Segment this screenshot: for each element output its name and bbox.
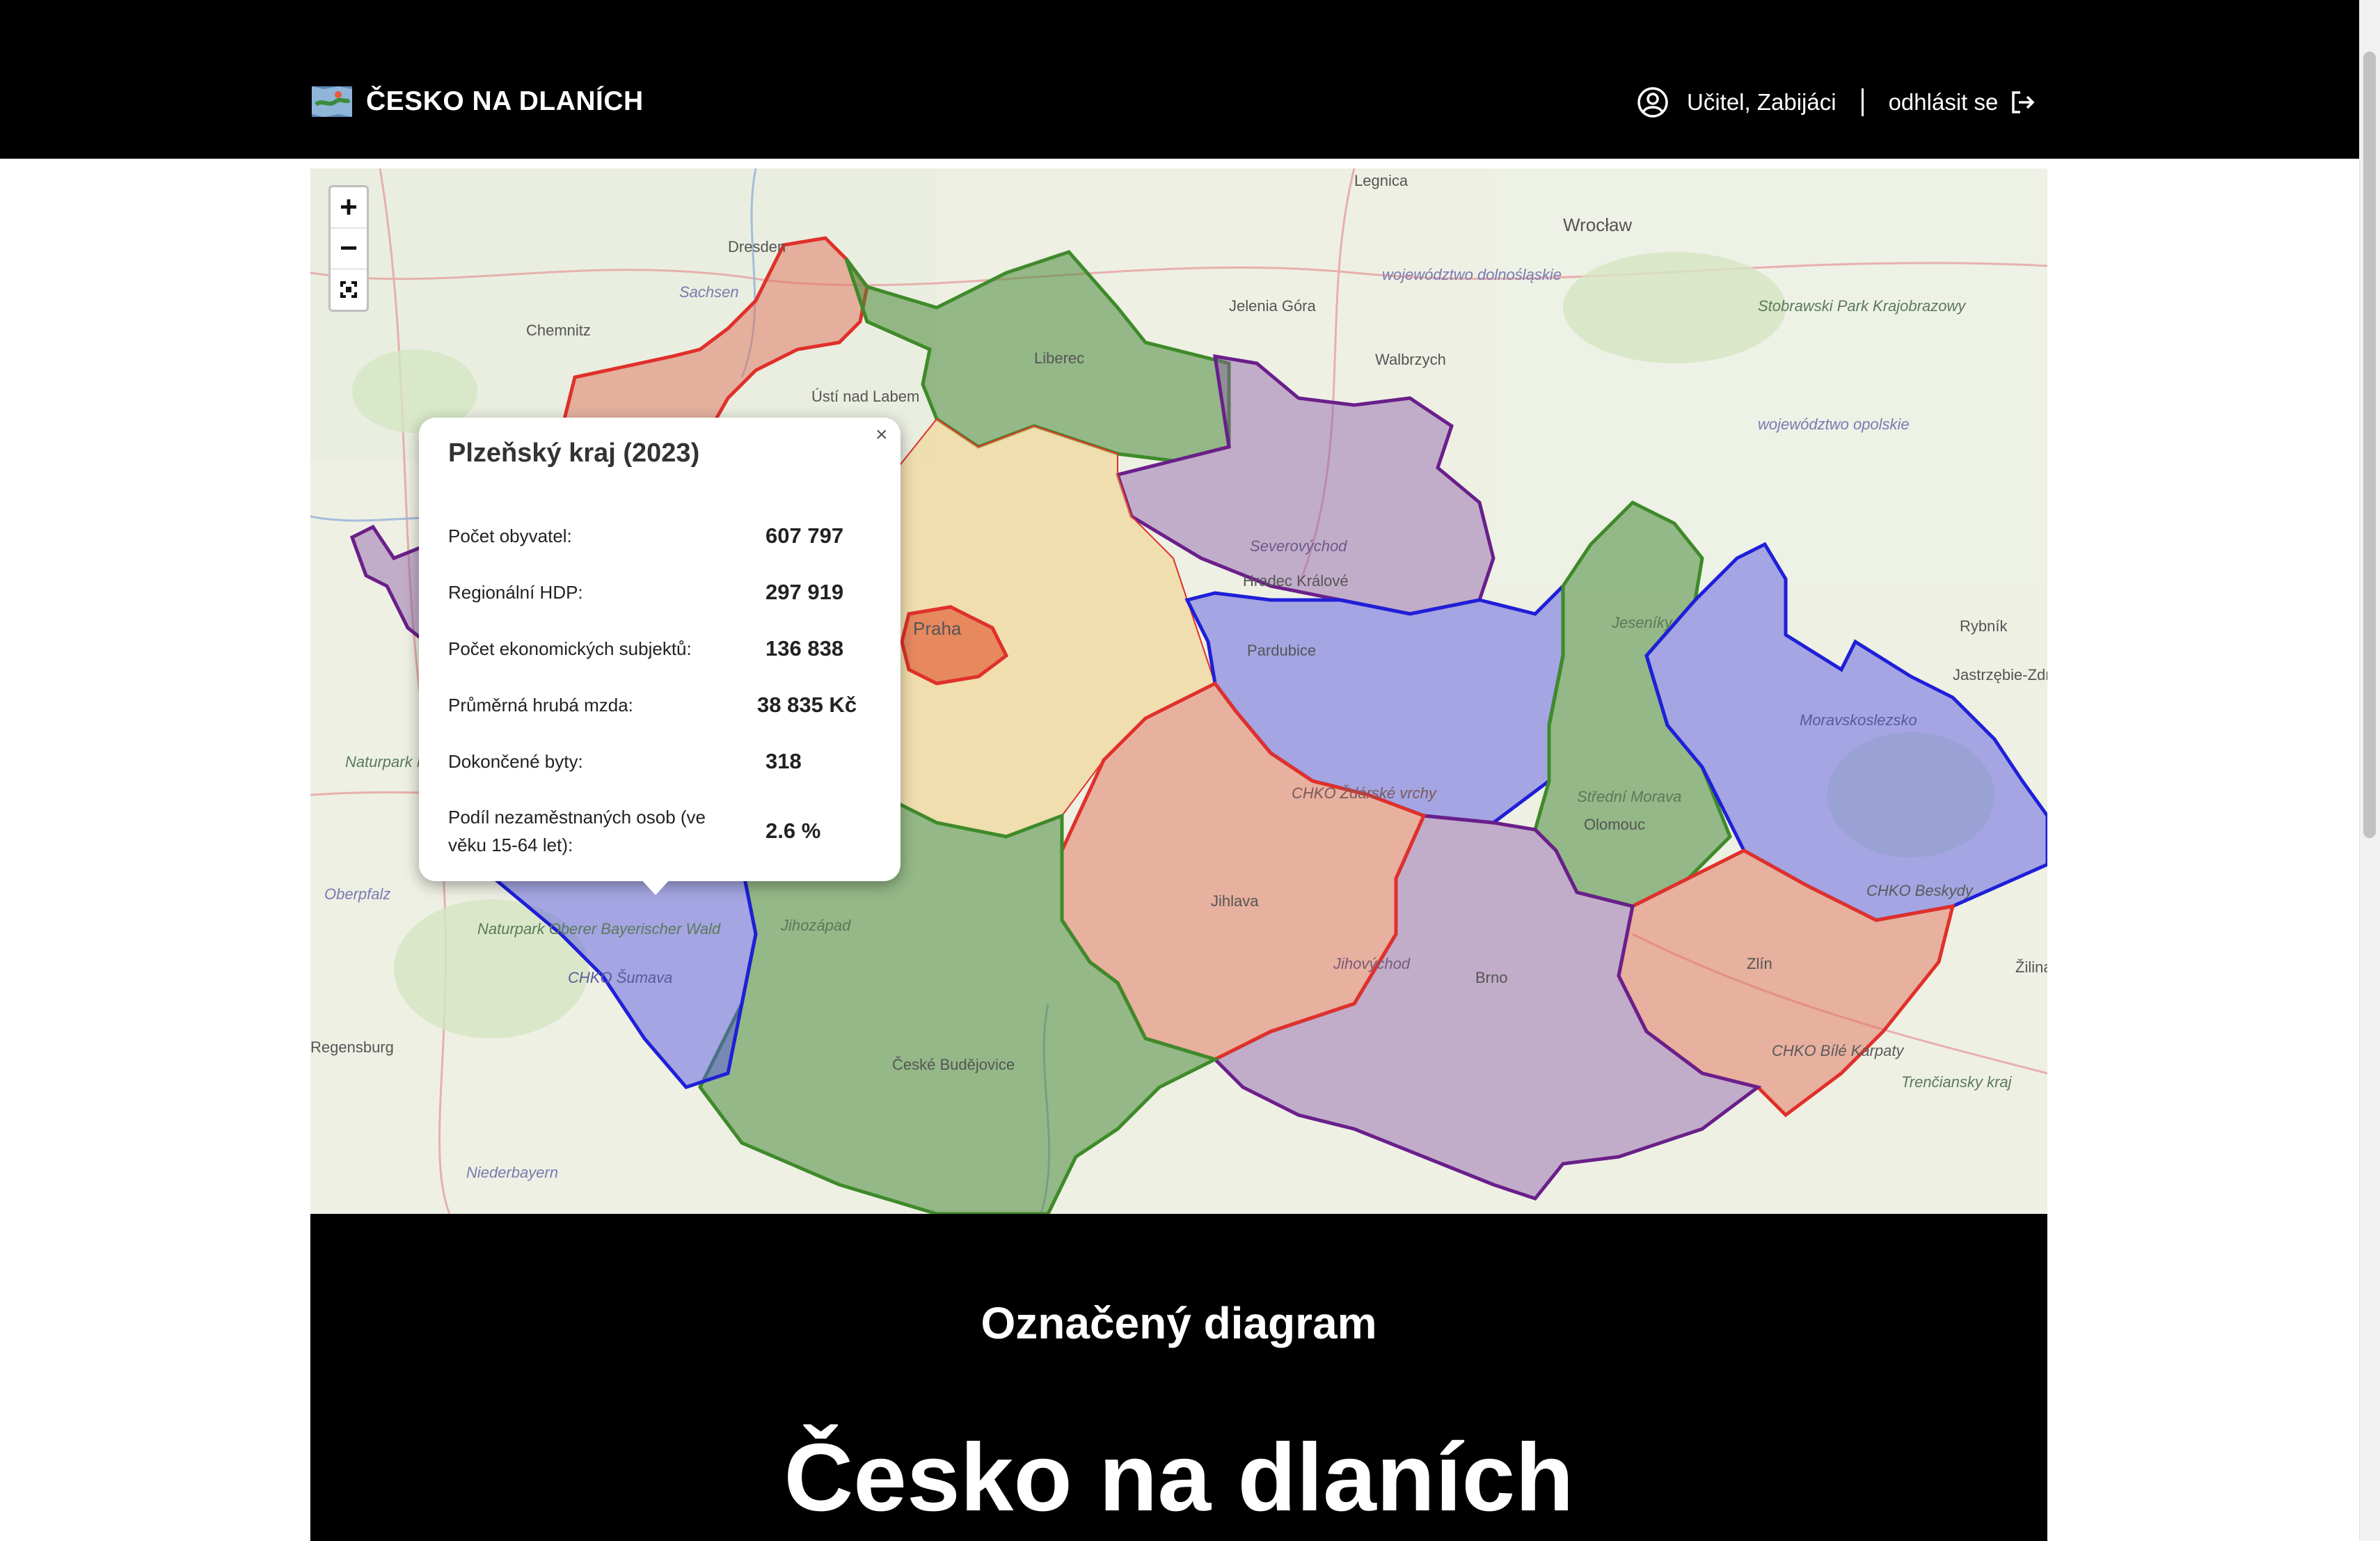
nav-separator (1861, 88, 1864, 116)
map-label: Jastrzębie-Zdrój (1953, 666, 2047, 683)
map-label: Jihozápad (780, 917, 851, 934)
app-title: ČESKO NA DLANÍCH (366, 86, 644, 116)
fullscreen-button[interactable] (331, 269, 367, 310)
map-label: Naturpark Oberer Bayerischer Wald (477, 920, 721, 938)
map-label: Sachsen (679, 283, 739, 301)
map-label: Dresden (728, 238, 786, 255)
map-label: Moravskoslezsko (1800, 711, 1917, 729)
user-circle-icon (1637, 87, 1668, 118)
map-label: Zlín (1747, 955, 1772, 972)
map-label: Jihlava (1211, 892, 1259, 910)
map-label: Niederbayern (466, 1164, 558, 1181)
map-label: České Budějovice (892, 1056, 1015, 1073)
top-navbar: ČESKO NA DLANÍCH Učitel, Zabijáci odhlás… (0, 0, 2359, 159)
map-label: CHKO Ždárské vrchy (1292, 784, 1438, 802)
panel-subtitle: Označený diagram (981, 1298, 1377, 1348)
map-label: Hradec Králové (1243, 572, 1349, 590)
stat-label: Regionální HDP: (448, 582, 583, 603)
stat-label: Dokončené byty: (448, 751, 583, 772)
map-label: Pardubice (1247, 642, 1316, 659)
map-label: Střední Morava (1577, 788, 1681, 805)
zoom-in-button[interactable]: + (331, 187, 367, 228)
map-label: Chemnitz (526, 322, 591, 339)
hero-panel: Označený diagram Česko na dlaních (310, 1214, 2047, 1541)
stat-value: 607 797 (765, 523, 844, 548)
stat-value: 2.6 % (765, 819, 821, 843)
map-label: Wrocław (1563, 214, 1632, 235)
popup-title: Plzeňský kraj (2023) (448, 438, 700, 468)
zoom-out-button[interactable]: − (331, 228, 367, 269)
stat-label: Počet ekonomických subjektů: (448, 638, 692, 659)
map-label: Legnica (1354, 172, 1409, 189)
map-label: CHKO Šumava (568, 969, 672, 986)
stat-value: 38 835 Kč (757, 693, 857, 717)
stat-label: Průměrná hrubá mzda: (448, 695, 633, 716)
stat-label: Počet obyvatel: (448, 525, 572, 546)
stat-value: 136 838 (765, 636, 844, 661)
user-nav: Učitel, Zabijáci odhlásit se (1637, 86, 2037, 118)
map-label: CHKO Beskydy (1866, 882, 1974, 899)
logout-icon[interactable] (2009, 88, 2037, 116)
stat-value: 297 919 (765, 580, 844, 604)
region-info-popup: × Plzeňský kraj (2023) Počet obyvatel: 6… (419, 418, 901, 881)
map-label: Jihovýchod (1333, 955, 1411, 972)
map-label: Stobrawski Park Krajobrazowy (1758, 297, 1967, 315)
map-label: Regensburg (310, 1038, 394, 1056)
user-name[interactable]: Učitel, Zabijáci (1687, 89, 1836, 116)
map-label: Trenčiansky kraj (1901, 1073, 2013, 1091)
logo[interactable]: ČESKO NA DLANÍCH (310, 84, 644, 120)
map-label: Jeseníky (1611, 614, 1674, 631)
stat-value: 318 (765, 749, 802, 773)
map-label: województwo dolnośląskie (1382, 266, 1562, 283)
panel-title: Česko na dlaních (784, 1424, 1574, 1531)
map-label: Oberpfalz (324, 885, 390, 903)
popup-tip (640, 878, 671, 895)
map-label: województwo opolskie (1758, 416, 1910, 433)
fullscreen-icon (340, 281, 357, 298)
zoom-control: + − (328, 185, 369, 312)
map-icon (312, 86, 352, 117)
map-label: Praha (913, 618, 962, 639)
scrollbar-thumb[interactable] (2363, 52, 2376, 838)
close-icon[interactable]: × (875, 423, 888, 447)
map-label: CHKO Bílé Karpaty (1772, 1042, 1905, 1059)
map-label: Ústí nad Labem (811, 388, 919, 405)
map-label: Walbrzych (1375, 351, 1446, 368)
map-label: Brno (1475, 969, 1507, 986)
map-label: Žilina (2015, 958, 2047, 976)
map-label: Jelenia Góra (1229, 297, 1317, 315)
logout-link[interactable]: odhlásit se (1889, 89, 1999, 116)
map-label: Severovýchod (1250, 537, 1347, 555)
map-label: Rybník (1960, 617, 2008, 635)
stat-label: Podíl nezaměstnaných osob (ve věku 15-64… (448, 807, 706, 855)
map-label: Olomouc (1584, 816, 1645, 833)
map-label: Liberec (1034, 349, 1084, 367)
